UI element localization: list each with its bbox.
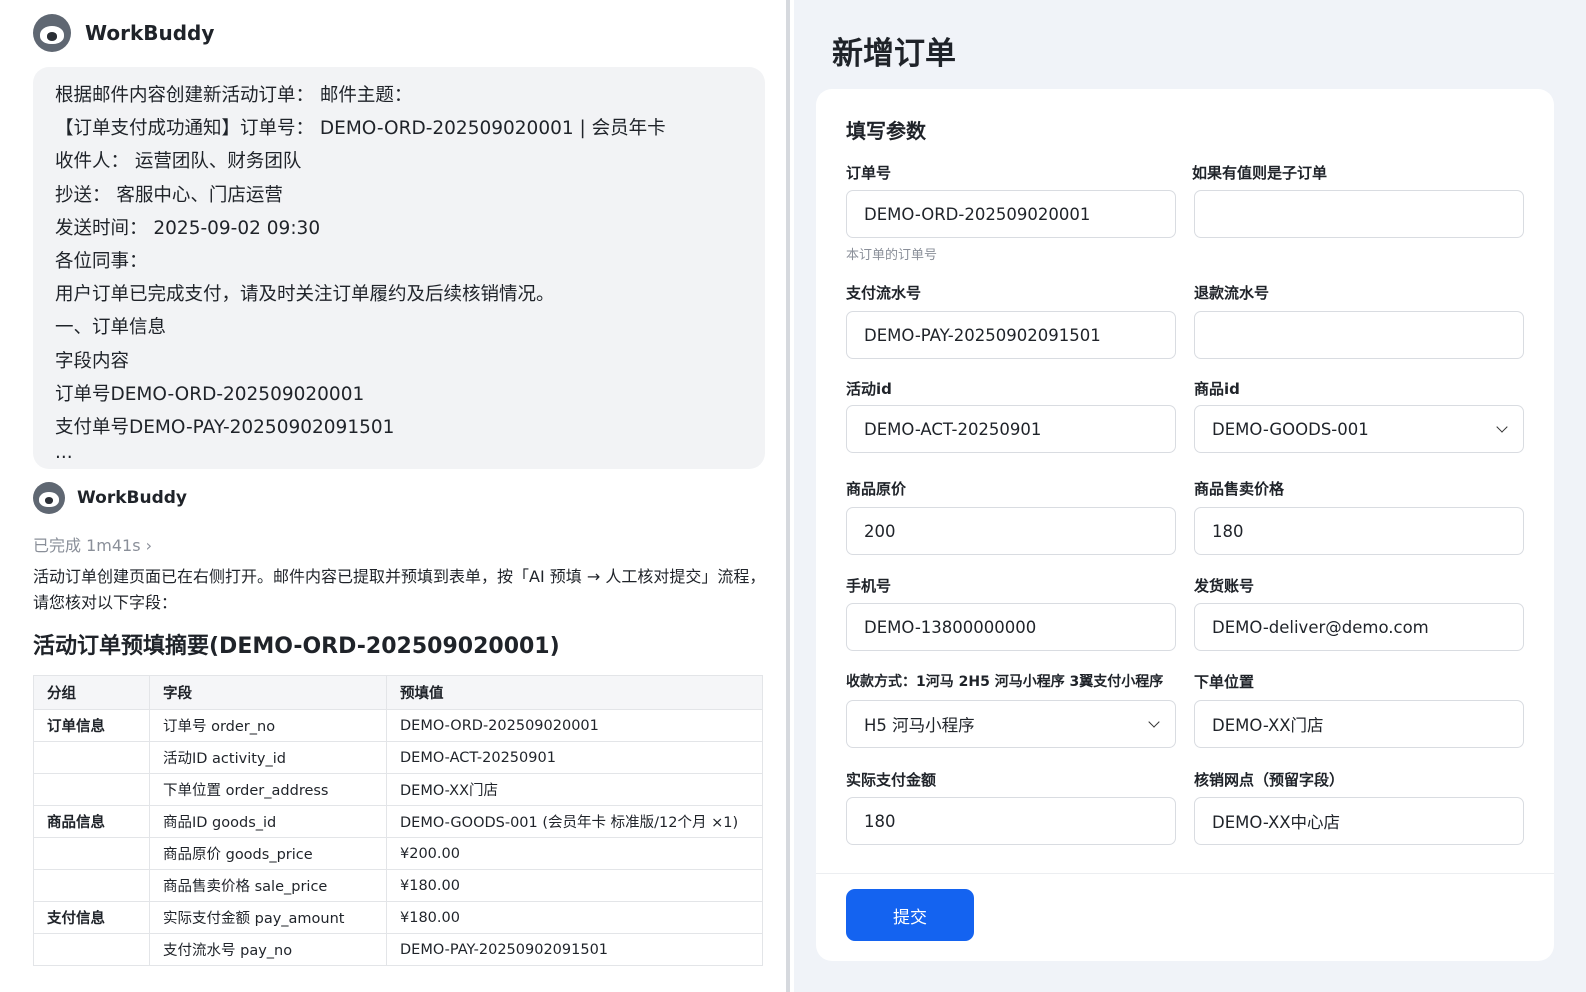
page-title: 新增订单: [832, 36, 956, 72]
submit-button[interactable]: 提交: [846, 889, 974, 941]
goods-price-label: 商品原价: [846, 480, 907, 498]
refund-no-input[interactable]: [1194, 311, 1524, 359]
goods-id-selected-value: DEMO-GOODS-001: [1212, 419, 1369, 439]
chevron-down-icon: [1148, 716, 1160, 728]
deliver-account-label: 发货账号: [1194, 577, 1255, 595]
order-form-panel: 新增订单 填写参数 订单号 本订单的订单号 如果有值则是子订单 支付流水号 退款…: [794, 0, 1586, 992]
table-cell-group: [33, 773, 150, 806]
message-line: 用户订单已完成支付，请及时关注订单履约及后续核销情况。: [55, 284, 555, 306]
table-cell-value: ¥200.00: [386, 837, 763, 870]
table-cell-group: [33, 933, 150, 966]
verify-point-input[interactable]: [1194, 797, 1524, 845]
activity-id-input[interactable]: [846, 405, 1176, 453]
table-cell-field: 订单号 order_no: [149, 709, 387, 742]
table-cell-group: 订单信息: [33, 709, 150, 742]
sub-order-input[interactable]: [1194, 190, 1524, 238]
chat-header: WorkBuddy: [33, 14, 214, 52]
activity-id-label: 活动id: [846, 380, 892, 398]
order-address-input[interactable]: [1194, 700, 1524, 748]
refund-no-label: 退款流水号: [1194, 284, 1270, 302]
phone-input[interactable]: [846, 603, 1176, 651]
summary-title: 活动订单预填摘要(DEMO-ORD-202509020001): [33, 634, 560, 659]
order-no-hint: 本订单的订单号: [846, 248, 938, 263]
goods-id-label: 商品id: [1194, 380, 1240, 398]
table-cell-field: 商品原价 goods_price: [149, 837, 387, 870]
card-title: 填写参数: [846, 119, 926, 143]
table-cell-value: DEMO-PAY-20250902091501: [386, 933, 763, 966]
chevron-down-icon: [1496, 421, 1508, 433]
divider: [816, 873, 1554, 874]
chat-panel: WorkBuddy 根据邮件内容创建新活动订单： 邮件主题： 【订单支付成功通知…: [0, 0, 790, 992]
table-cell-value: ¥180.00: [386, 869, 763, 902]
table-cell-group: [33, 869, 150, 902]
order-address-label: 下单位置: [1194, 673, 1255, 691]
message-line: 字段内容: [55, 350, 130, 372]
message-line: 各位同事：: [55, 251, 148, 273]
table-cell-field: 商品售卖价格 sale_price: [149, 869, 387, 902]
table-cell-value: DEMO-GOODS-001 (会员年卡 标准版/12个月 ×1): [386, 805, 763, 838]
table-cell-field: 实际支付金额 pay_amount: [149, 901, 387, 934]
sub-order-label: 如果有值则是子订单: [1192, 164, 1328, 182]
table-header: 分组: [33, 675, 150, 710]
sale-price-label: 商品售卖价格: [1194, 480, 1285, 498]
bot-name: WorkBuddy: [77, 488, 187, 508]
deliver-account-input[interactable]: [1194, 603, 1524, 651]
table-header: 预填值: [386, 675, 763, 710]
pay-method-select[interactable]: H5 河马小程序: [846, 700, 1176, 748]
table-row: 订单信息 订单号 order_no DEMO-ORD-202509020001: [33, 709, 763, 742]
reply-header: WorkBuddy: [33, 482, 187, 514]
reply-text: 活动订单创建页面已在右侧打开。邮件内容已提取并预填到表单，按「AI 预填 → 人…: [33, 567, 766, 612]
bot-name: WorkBuddy: [85, 21, 215, 45]
summary-table: 分组 字段 预填值 订单信息 订单号 order_no DEMO-ORD-202…: [33, 675, 763, 966]
table-cell-field: 商品ID goods_id: [149, 805, 387, 838]
message-line: 支付单号DEMO-PAY-20250902091501: [55, 417, 395, 439]
pay-method-selected-value: H5 河马小程序: [864, 716, 975, 735]
message-line: 收件人： 运营团队、财务团队: [55, 151, 302, 173]
table-row: 商品原价 goods_price ¥200.00: [33, 837, 763, 870]
message-line: 订单号DEMO-ORD-202509020001: [55, 383, 365, 405]
table-row: 商品售卖价格 sale_price ¥180.00: [33, 869, 763, 902]
order-no-label: 订单号: [846, 164, 892, 182]
table-cell-value: DEMO-XX门店: [386, 773, 763, 806]
bot-avatar-icon: [33, 482, 65, 514]
message-line: 根据邮件内容创建新活动订单： 邮件主题：: [55, 85, 413, 106]
message-line: 一、订单信息: [55, 317, 167, 339]
table-cell-group: [33, 741, 150, 774]
table-cell-group: 商品信息: [33, 805, 150, 838]
user-message-bubble: 根据邮件内容创建新活动订单： 邮件主题： 【订单支付成功通知】订单号： DEMO…: [33, 67, 765, 469]
table-row: 下单位置 order_address DEMO-XX门店: [33, 773, 763, 806]
table-cell-value: DEMO-ORD-202509020001: [386, 709, 763, 742]
table-cell-field: 支付流水号 pay_no: [149, 933, 387, 966]
status-text[interactable]: 已完成 1m41s ›: [33, 532, 152, 556]
message-line: 抄送： 客服中心、门店运营: [55, 184, 283, 206]
table-row: 支付信息 实际支付金额 pay_amount ¥180.00: [33, 901, 763, 934]
message-line: 发送时间： 2025-09-02 09:30: [55, 217, 321, 239]
sale-price-input[interactable]: [1194, 507, 1524, 555]
table-row: 商品信息 商品ID goods_id DEMO-GOODS-001 (会员年卡 …: [33, 805, 763, 838]
bot-avatar-icon: [33, 14, 71, 52]
goods-price-input[interactable]: [846, 507, 1176, 555]
verify-point-label: 核销网点（预留字段）: [1194, 771, 1345, 789]
pay-no-input[interactable]: [846, 311, 1176, 359]
table-cell-field: 下单位置 order_address: [149, 773, 387, 806]
table-cell-group: [33, 837, 150, 870]
table-header-row: 分组 字段 预填值: [33, 675, 763, 710]
table-cell-value: ¥180.00: [386, 901, 763, 934]
table-cell-field: 活动ID activity_id: [149, 741, 387, 774]
table-header: 字段: [149, 675, 387, 710]
pay-method-label: 收款方式：1河马 2H5 河马小程序 3翼支付小程序: [846, 674, 1164, 690]
order-no-input[interactable]: [846, 190, 1176, 238]
pay-amount-input[interactable]: [846, 797, 1176, 845]
pay-no-label: 支付流水号: [846, 284, 922, 302]
table-cell-value: DEMO-ACT-20250901: [386, 741, 763, 774]
form-card: 填写参数 订单号 本订单的订单号 如果有值则是子订单 支付流水号 退款流水号 活…: [816, 89, 1554, 961]
table-row: 活动ID activity_id DEMO-ACT-20250901: [33, 741, 763, 774]
phone-label: 手机号: [846, 577, 892, 595]
table-row: 支付流水号 pay_no DEMO-PAY-20250902091501: [33, 933, 763, 966]
table-cell-group: 支付信息: [33, 901, 150, 934]
goods-id-select[interactable]: DEMO-GOODS-001: [1194, 405, 1524, 453]
message-line: 【订单支付成功通知】订单号： DEMO-ORD-202509020001 | 会…: [55, 118, 666, 140]
message-ellipsis: ...: [55, 442, 73, 464]
pay-amount-label: 实际支付金额: [846, 771, 937, 789]
